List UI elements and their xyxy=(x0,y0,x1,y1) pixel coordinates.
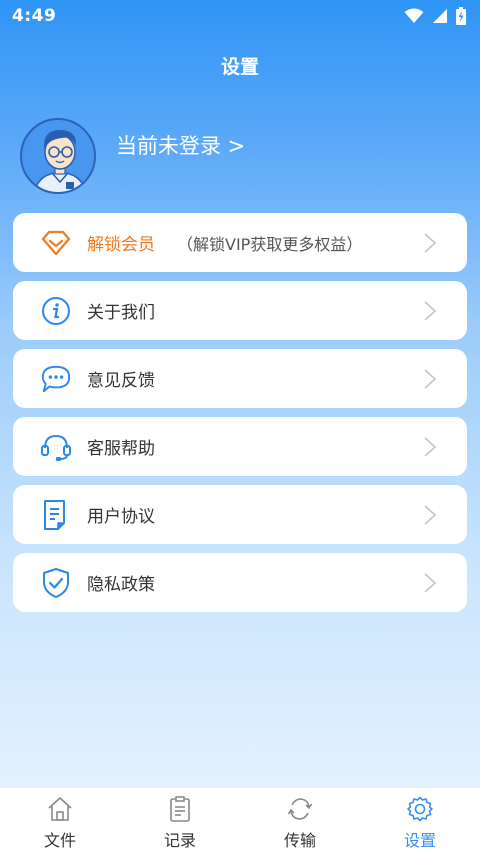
bottom-tab-bar: 文件 记录 传输 设置 xyxy=(0,787,480,853)
info-icon xyxy=(40,295,72,327)
tab-transfer[interactable]: 传输 xyxy=(240,788,360,853)
tab-label: 记录 xyxy=(163,831,196,850)
menu-item-about[interactable]: 关于我们 xyxy=(13,281,467,340)
sync-icon xyxy=(287,798,313,820)
document-icon xyxy=(40,499,72,531)
signal-icon xyxy=(433,9,447,23)
chevron-right-icon xyxy=(424,505,437,525)
menu-label: 用户协议 xyxy=(87,507,155,527)
tab-files[interactable]: 文件 xyxy=(0,788,120,853)
menu-label: 意见反馈 xyxy=(87,371,155,391)
settings-menu: 解锁会员 （解锁VIP获取更多权益） 关于我们 意见反馈 客服帮助 用户协议 隐… xyxy=(13,213,467,621)
menu-label: 关于我们 xyxy=(87,303,155,323)
chevron-right-icon xyxy=(424,437,437,457)
menu-item-feedback[interactable]: 意见反馈 xyxy=(13,349,467,408)
chevron-right-icon xyxy=(424,369,437,389)
profile-section[interactable]: 当前未登录 > xyxy=(20,116,245,196)
menu-item-vip[interactable]: 解锁会员 （解锁VIP获取更多权益） xyxy=(13,213,467,272)
page-title: 设置 xyxy=(220,56,259,78)
chevron-right-icon xyxy=(424,301,437,321)
home-icon xyxy=(48,797,72,821)
status-icons xyxy=(404,7,466,25)
menu-item-support[interactable]: 客服帮助 xyxy=(13,417,467,476)
chat-bubble-icon xyxy=(40,363,72,395)
chevron-right-icon xyxy=(424,233,437,253)
diamond-icon xyxy=(40,227,72,259)
menu-label: 隐私政策 xyxy=(87,575,155,595)
battery-icon xyxy=(456,7,466,25)
tab-label: 设置 xyxy=(403,831,436,850)
tab-settings[interactable]: 设置 xyxy=(360,788,480,853)
menu-label: 解锁会员 xyxy=(87,235,155,255)
tab-records[interactable]: 记录 xyxy=(120,788,240,853)
tab-label: 传输 xyxy=(283,831,316,850)
shield-check-icon xyxy=(40,567,72,599)
menu-item-agreement[interactable]: 用户协议 xyxy=(13,485,467,544)
login-prompt[interactable]: 当前未登录 > xyxy=(116,130,245,160)
tab-label: 文件 xyxy=(43,831,76,850)
menu-item-privacy[interactable]: 隐私政策 xyxy=(13,553,467,612)
gear-icon xyxy=(407,796,433,822)
menu-label: 客服帮助 xyxy=(87,439,155,459)
avatar[interactable] xyxy=(20,118,96,194)
wifi-icon xyxy=(404,8,424,23)
user-avatar-icon xyxy=(22,120,94,192)
status-time: 4:49 xyxy=(12,6,57,26)
status-bar: 4:49 xyxy=(0,0,480,32)
chevron-right-icon xyxy=(424,573,437,593)
menu-sublabel: （解锁VIP获取更多权益） xyxy=(177,234,363,254)
clipboard-icon xyxy=(170,796,190,822)
headset-icon xyxy=(40,431,72,463)
